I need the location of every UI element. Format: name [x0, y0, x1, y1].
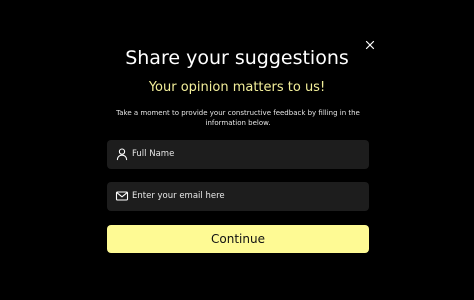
email-field[interactable]: Enter your email here: [107, 182, 369, 211]
email-placeholder: Enter your email here: [132, 191, 225, 201]
full-name-placeholder: Full Name: [132, 149, 175, 159]
user-icon: [115, 147, 129, 161]
dialog-description: Take a moment to provide your constructi…: [116, 109, 360, 127]
continue-button[interactable]: Continue: [107, 225, 369, 253]
dialog-title: Share your suggestions: [125, 47, 349, 69]
envelope-icon: [115, 189, 129, 203]
feedback-dialog: Share your suggestions Your opinion matt…: [0, 0, 474, 300]
full-name-field[interactable]: Full Name: [107, 140, 369, 169]
dialog-subtitle: Your opinion matters to us!: [148, 80, 326, 95]
